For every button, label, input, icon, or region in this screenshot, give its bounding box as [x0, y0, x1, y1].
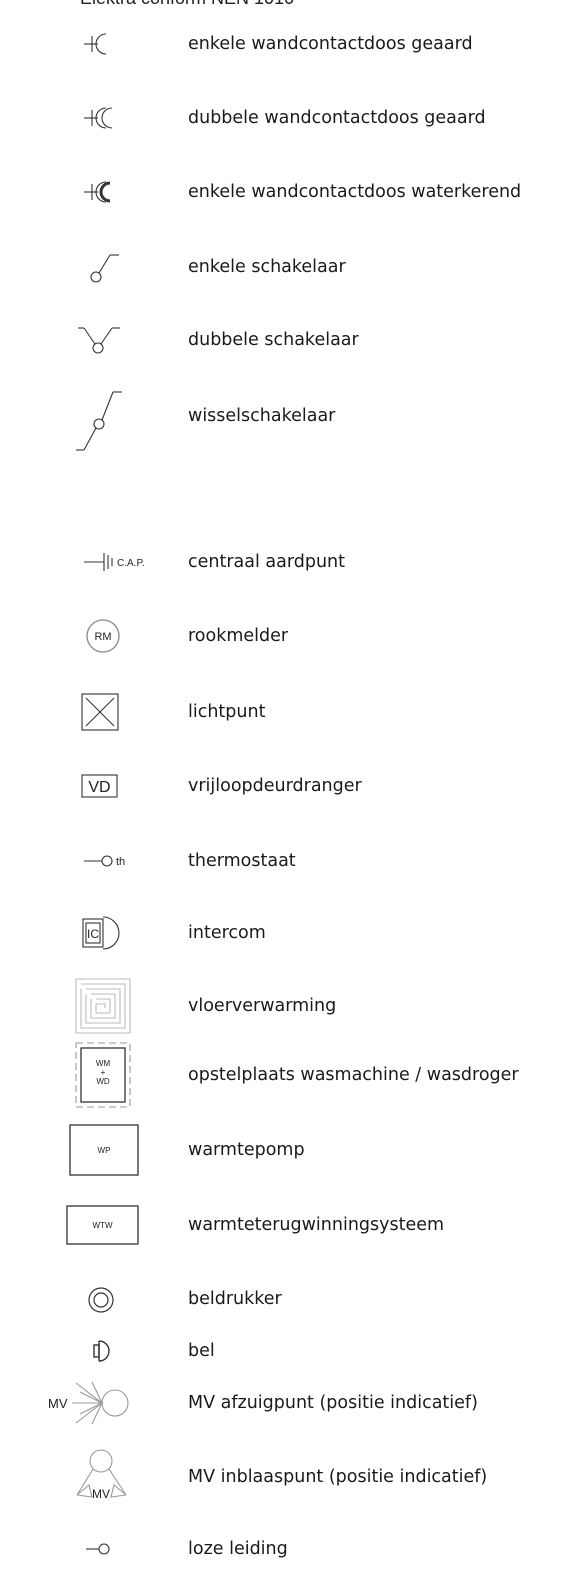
legend-item-wtw: WTW warmteterugwinningsysteem [0, 1205, 585, 1245]
centraal-aardpunt-icon: C.A.P. [40, 542, 175, 582]
legend-item-thermostaat: th thermostaat [0, 841, 585, 881]
legend-label: wisselschakelaar [188, 406, 336, 426]
vloerverwarming-icon [40, 978, 175, 1034]
wisselschakelaar-icon [40, 391, 175, 451]
legend-label: intercom [188, 923, 266, 943]
wasmachine-icon: WM + WD [40, 1042, 175, 1108]
legend-label: bel [188, 1341, 215, 1361]
legend-item-intercom: IC intercom [0, 913, 585, 953]
legend-item-enkele-wandcontactdoos: enkele wandcontactdoos geaard [0, 24, 585, 64]
wtw-icon: WTW [40, 1205, 175, 1245]
symbol-text: WP [98, 1146, 111, 1155]
legend-label: lichtpunt [188, 702, 266, 722]
legend-item-beldrukker: beldrukker [0, 1279, 585, 1319]
dubbele-wandcontactdoos-icon [40, 98, 175, 138]
legend-label: warmteterugwinningsysteem [188, 1215, 445, 1235]
legend-item-mv-afzuigpunt: MV MV afzuigpunt (positie indicatief) [0, 1381, 585, 1425]
legend-item-mv-inblaaspunt: MV MV inblaaspunt (positie indicatief) [0, 1449, 585, 1501]
thermostaat-icon: th [40, 841, 175, 881]
legend-item-dubbele-schakelaar: dubbele schakelaar [0, 320, 585, 360]
legend-label: beldrukker [188, 1289, 282, 1309]
legend-label: rookmelder [188, 626, 289, 646]
symbol-text: MV [92, 1487, 110, 1501]
legend-item-rookmelder: RM rookmelder [0, 616, 585, 656]
legend-label: loze leiding [188, 1539, 288, 1559]
legend-item-wasmachine: WM + WD opstelplaats wasmachine / wasdroge… [0, 1042, 585, 1108]
legend-label: thermostaat [188, 851, 296, 871]
mv-inblaaspunt-icon: MV [40, 1449, 175, 1501]
symbol-text: C.A.P. [117, 558, 145, 569]
legend-item-enkele-schakelaar: enkele schakelaar [0, 247, 585, 287]
legend-item-centraal-aardpunt: C.A.P. centraal aardpunt [0, 542, 585, 582]
legend-label: enkele wandcontactdoos waterkerend [188, 182, 522, 202]
legend-item-lichtpunt: lichtpunt [0, 692, 585, 732]
symbol-text: MV [48, 1396, 68, 1411]
legend-label: centraal aardpunt [188, 552, 346, 572]
legend-label: enkele schakelaar [188, 257, 346, 277]
enkele-schakelaar-icon [40, 247, 175, 287]
loze-leiding-icon [40, 1529, 175, 1569]
legend-label: warmtepomp [188, 1140, 305, 1160]
legend-title: Elektra conform NEN 1010 [80, 0, 294, 9]
legend-item-warmtepomp: WP warmtepomp [0, 1124, 585, 1176]
symbol-text: WTW [93, 1221, 113, 1230]
legend-label: vloerverwarming [188, 996, 337, 1016]
legend-item-vrijloopdeurdranger: VD vrijloopdeurdranger [0, 766, 585, 806]
waterkerende-wandcontactdoos-icon [40, 172, 175, 212]
dubbele-schakelaar-icon [40, 320, 175, 360]
rookmelder-icon: RM [40, 616, 175, 656]
legend-label: opstelplaats wasmachine / wasdroger [188, 1065, 519, 1085]
warmtepomp-icon: WP [40, 1124, 175, 1176]
legend-label: dubbele schakelaar [188, 330, 359, 350]
bel-icon [40, 1331, 175, 1371]
symbol-text: IC [87, 927, 99, 941]
legend-item-loze-leiding: loze leiding [0, 1529, 585, 1569]
legend-item-bel: bel [0, 1331, 585, 1371]
mv-afzuigpunt-icon: MV [40, 1381, 175, 1425]
legend-item-waterkerende-wandcontactdoos: enkele wandcontactdoos waterkerend [0, 172, 585, 212]
symbol-text: VD [88, 779, 110, 796]
legend-item-dubbele-wandcontactdoos: dubbele wandcontactdoos geaard [0, 98, 585, 138]
enkele-wandcontactdoos-icon [40, 24, 175, 64]
intercom-icon: IC [40, 913, 175, 953]
lichtpunt-icon [40, 692, 175, 732]
legend-label: enkele wandcontactdoos geaard [188, 34, 473, 54]
legend-label: MV inblaaspunt (positie indicatief) [188, 1467, 488, 1487]
legend-label: vrijloopdeurdranger [188, 776, 362, 796]
legend-item-vloerverwarming: vloerverwarming [0, 978, 585, 1034]
legend-item-wisselschakelaar: wisselschakelaar [0, 391, 585, 451]
vrijloopdeurdranger-icon: VD [40, 766, 175, 806]
symbol-text: th [116, 856, 125, 868]
symbol-text: WM + WD [96, 1059, 111, 1086]
beldrukker-icon [40, 1279, 175, 1319]
symbol-text: RM [94, 631, 111, 643]
legend-label: MV afzuigpunt (positie indicatief) [188, 1393, 478, 1413]
legend-label: dubbele wandcontactdoos geaard [188, 108, 486, 128]
